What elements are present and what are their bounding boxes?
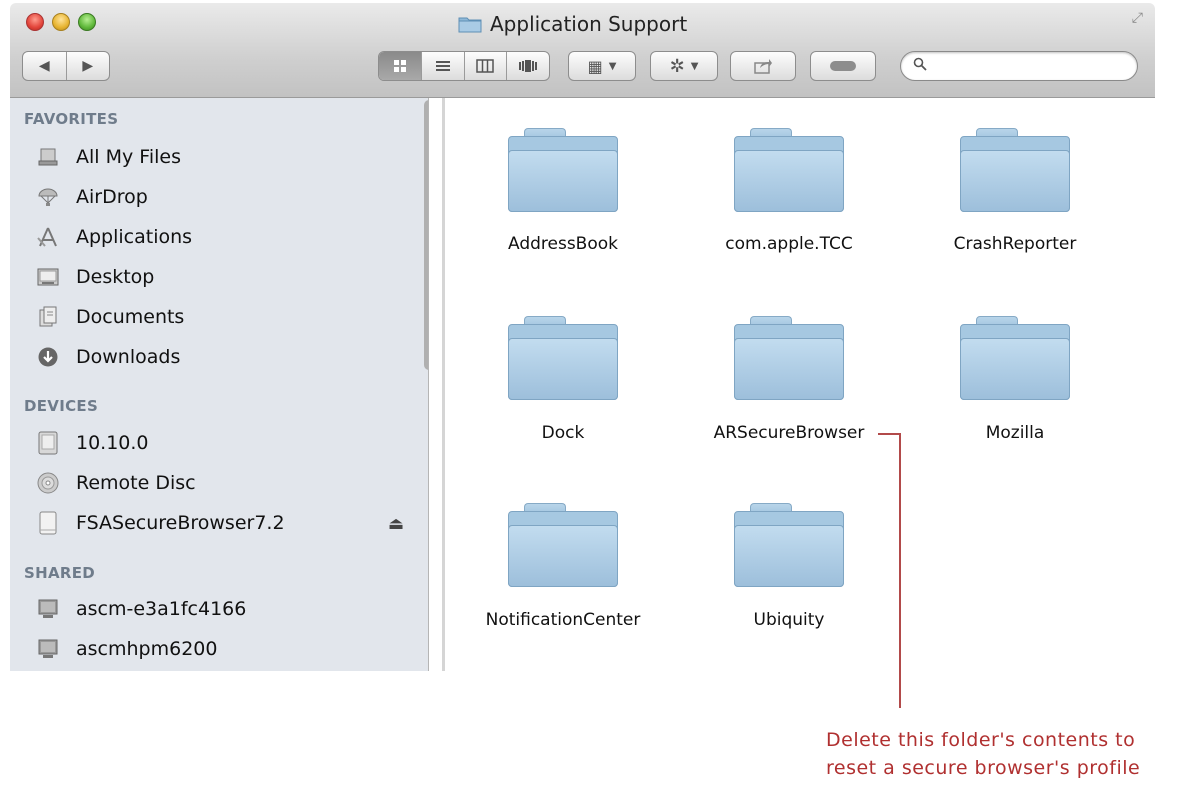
folder-icon [458,17,482,33]
sidebar-item-label: Documents [76,306,185,328]
folder-label-ubiquity[interactable]: Ubiquity [699,610,879,630]
icon-view-button[interactable] [379,52,422,80]
tag-pill-icon [830,61,856,71]
search-field[interactable] [900,51,1138,81]
sidebar-item-applications[interactable]: Applications [36,220,416,254]
folder-icon[interactable] [508,128,618,212]
close-button[interactable] [26,13,44,31]
annotation-leader-horizontal [878,433,900,435]
documents-icon [36,305,60,329]
sidebar-item-label: Desktop [76,266,155,288]
sidebar-header-devices: DEVICES [24,397,99,415]
all-files-icon [36,145,60,169]
column-view-icon [476,59,495,73]
cover-flow-icon [519,60,538,72]
sidebar-item-airdrop[interactable]: AirDrop [36,180,416,214]
folder-icon[interactable] [734,316,844,400]
sidebar-item-remote-disc[interactable]: Remote Disc [36,466,416,500]
sidebar-divider[interactable] [442,98,445,671]
sidebar-item-10-10-0[interactable]: 10.10.0 [36,426,416,460]
airdrop-icon [36,185,60,209]
back-button[interactable]: ◀ [23,52,67,80]
toolbar: Application Support ⤢ ◀ ▶ ▦ ▼ ✲ ▼ [10,3,1155,98]
forward-button[interactable]: ▶ [67,52,110,80]
sidebar-item-label: Downloads [76,346,181,368]
eject-icon[interactable]: ⏏ [388,514,404,534]
share-icon [754,59,772,74]
sidebar-item-label: 10.10.0 [76,432,149,454]
action-button[interactable]: ✲ ▼ [650,51,718,81]
sidebar-item-label: ascmhpm6200 [76,638,218,660]
share-button[interactable] [730,51,796,81]
gear-icon: ✲ [669,55,685,77]
folder-label-crashreporter[interactable]: CrashReporter [925,234,1105,254]
sidebar-item-label: Applications [76,226,193,248]
sidebar-item-ascm-e3a1fc4166[interactable]: ascm-e3a1fc4166 [36,592,416,626]
folder-icon[interactable] [508,316,618,400]
folder-label-addressbook[interactable]: AddressBook [473,234,653,254]
icon-view-icon [393,60,406,72]
list-view-icon [435,61,450,71]
annotation-callout: Delete this folder's contents to reset a… [826,726,1196,782]
sidebar-scrollbar[interactable] [424,100,428,370]
arrange-button[interactable]: ▦ ▼ [568,51,636,81]
folder-icon[interactable] [734,128,844,212]
sidebar-item-label: Remote Disc [76,472,196,494]
list-view-button[interactable] [422,52,465,80]
hard-drive-icon [36,431,60,455]
applications-icon [36,225,60,249]
search-icon [913,56,927,75]
sidebar-item-desktop[interactable]: Desktop [36,260,416,294]
disc-icon [36,471,60,495]
folder-icon[interactable] [734,503,844,587]
annotation-leader-vertical [899,433,901,708]
folder-icon[interactable] [508,503,618,587]
sidebar-item-all-my-files[interactable]: All My Files [36,140,416,174]
annotation-line-1: Delete this folder's contents to [826,729,1136,751]
folder-label-mozilla[interactable]: Mozilla [925,423,1105,443]
window-title: Application Support [458,11,687,37]
sidebar-item-label: ascm-e3a1fc4166 [76,598,247,620]
view-mode-control [378,51,550,81]
folder-icon[interactable] [960,316,1070,400]
downloads-icon [36,345,60,369]
sidebar-item-label: FSASecureBrowser7.2 [76,512,285,534]
sidebar: FAVORITES All My Files AirDrop Applicati… [10,98,429,671]
finder-window: Application Support ⤢ ◀ ▶ ▦ ▼ ✲ ▼ FAVORI… [10,3,1155,671]
sidebar-item-ascmhpm6200[interactable]: ascmhpm6200 [36,632,416,666]
folder-label-com-apple-tcc[interactable]: com.apple.TCC [699,234,879,254]
chevron-down-icon: ▼ [690,60,699,72]
sidebar-item-downloads[interactable]: Downloads [36,340,416,374]
cover-flow-button[interactable] [507,52,549,80]
window-title-text: Application Support [490,12,688,36]
annotation-line-2: reset a secure browser's profile [826,757,1141,779]
network-computer-icon [36,597,60,621]
sidebar-item-label: AirDrop [76,186,148,208]
folder-label-dock[interactable]: Dock [473,423,653,443]
sidebar-item-label: All My Files [76,146,181,168]
folder-label-notificationcenter[interactable]: NotificationCenter [473,610,653,630]
folder-label-arsecurebrowser[interactable]: ARSecureBrowser [699,423,879,443]
desktop-icon [36,265,60,289]
network-computer-icon [36,637,60,661]
back-forward-control: ◀ ▶ [22,51,110,81]
arrange-grid-icon: ▦ [587,56,603,76]
sidebar-header-favorites: FAVORITES [24,110,119,128]
file-icon-grid: AddressBook com.apple.TCC CrashReporter … [446,98,1155,671]
column-view-button[interactable] [465,52,508,80]
sidebar-item-documents[interactable]: Documents [36,300,416,334]
folder-icon[interactable] [960,128,1070,212]
sidebar-header-shared: SHARED [24,564,96,582]
fullscreen-icon[interactable]: ⤢ [1132,10,1143,26]
minimize-button[interactable] [52,13,70,31]
chevron-down-icon: ▼ [608,60,617,72]
search-input[interactable] [935,56,1129,78]
volume-icon [36,511,60,535]
tag-button[interactable] [810,51,876,81]
zoom-button[interactable] [78,13,96,31]
sidebar-item-fsasecurebrowser[interactable]: FSASecureBrowser7.2 [36,506,416,540]
